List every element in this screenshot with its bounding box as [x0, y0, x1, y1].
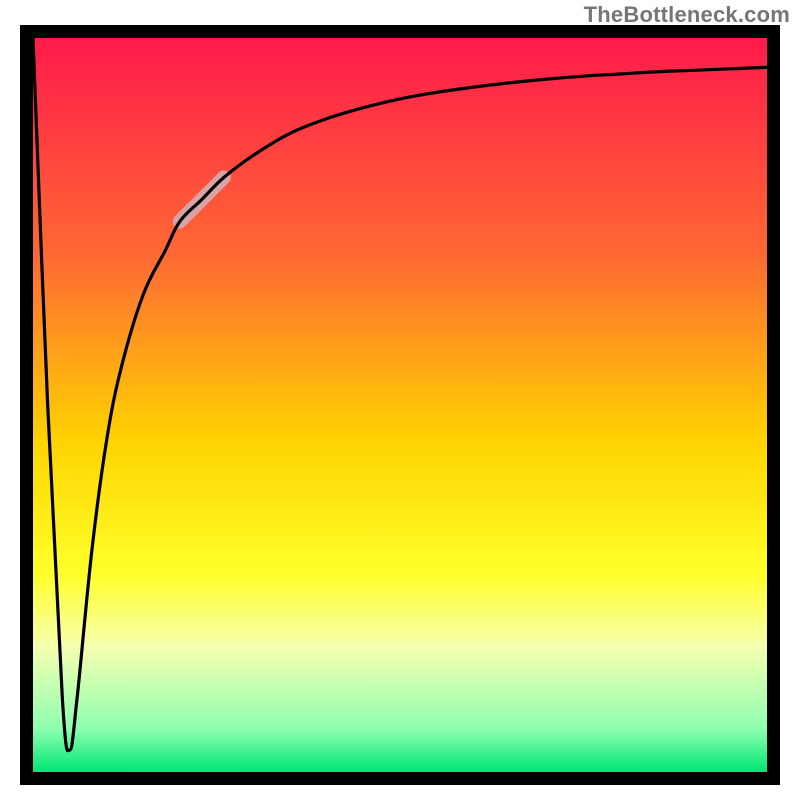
chart-stage: TheBottleneck.com	[0, 0, 800, 800]
plot-area	[20, 25, 780, 785]
plot-svg	[20, 25, 780, 785]
plot-background	[33, 38, 767, 772]
